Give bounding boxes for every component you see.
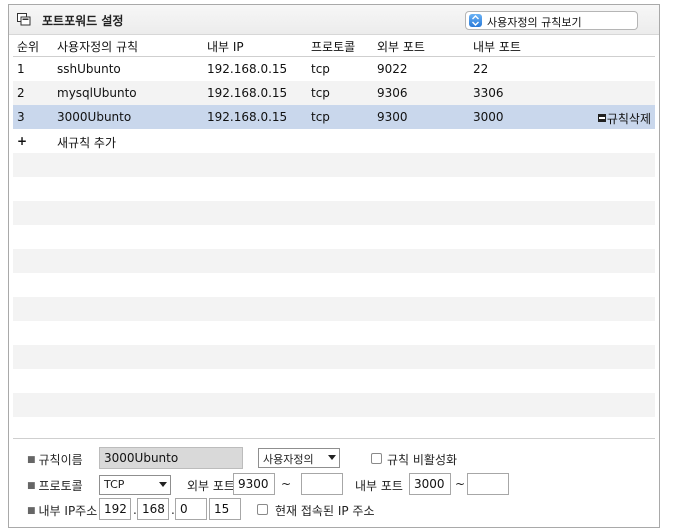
rule-view-select[interactable]: 사용자정의 규칙보기 [465,11,638,30]
minus-icon [597,114,606,122]
empty-row [13,369,655,393]
delete-rule-label: 규칙삭제 [606,112,651,126]
col-header-external-port: 외부 포트 [377,40,425,54]
internal-ip-label: ■ 내부 IP주소 [27,504,98,518]
empty-row [13,225,655,249]
row-order: 2 [17,86,25,100]
external-port-label: 외부 포트 [187,479,235,493]
row-order: 1 [17,62,25,76]
empty-row [13,321,655,345]
empty-row [13,153,655,177]
plus-icon: + [17,134,28,148]
row-order: 3 [17,110,25,124]
add-rule-row[interactable]: + 새규칙 추가 [13,129,655,153]
table-row[interactable]: 2 mysqlUbunto 192.168.0.15 tcp 9306 3306 [13,81,655,105]
port-forward-panel: 포트포워드 설정 사용자정의 규칙보기 순위 사용자정의 규칙 내부 IP 프로… [8,4,660,528]
row-external-port: 9306 [377,86,408,100]
row-protocol: tcp [311,110,330,124]
col-header-protocol: 프로토콜 [311,40,356,54]
row-internal-port: 22 [473,62,489,76]
col-header-rule-name: 사용자정의 규칙 [57,40,139,54]
row-rule-name: mysqlUbunto [57,86,137,100]
row-internal-port: 3000 [473,110,504,124]
chevron-down-icon [328,455,336,460]
empty-row [13,393,655,417]
copy-icon [17,13,31,26]
row-internal-ip: 192.168.0.15 [207,62,288,76]
use-current-ip-label: 현재 접속된 IP 주소 [275,504,375,518]
disable-rule-checkbox[interactable] [371,453,382,464]
empty-row [13,297,655,321]
protocol-select[interactable]: TCP [99,475,171,495]
rule-view-select-label: 사용자정의 규칙보기 [487,16,582,29]
external-port-to-input[interactable] [301,473,343,495]
rule-name-label: ■ 규칙이름 [27,453,83,467]
col-header-internal-ip: 내부 IP [207,40,244,54]
empty-row [13,177,655,201]
row-external-port: 9022 [377,62,408,76]
empty-row [13,201,655,225]
add-rule-link[interactable]: 새규칙 추가 [57,134,116,151]
page-title: 포트포워드 설정 [42,14,124,28]
protocol-label: ■ 프로토콜 [27,479,83,493]
select-arrows-icon [469,14,482,27]
empty-row [13,249,655,273]
rule-edit-form: ■ 규칙이름 3000Ubunto 사용자정의 규칙 비활성화 ■ 프로토콜 TCP… [13,438,655,526]
row-protocol: tcp [311,62,330,76]
chevron-down-icon [159,482,167,487]
range-separator: ~ [455,477,466,491]
external-port-from-input[interactable]: 9300 [233,473,275,495]
row-internal-ip: 192.168.0.15 [207,110,288,124]
col-header-internal-port: 내부 포트 [473,40,521,54]
table-row[interactable]: 1 sshUbunto 192.168.0.15 tcp 9022 22 [13,57,655,81]
col-header-order: 순위 [17,40,40,54]
disable-rule-label: 규칙 비활성화 [387,453,458,467]
empty-row [13,345,655,369]
table-header-row: 순위 사용자정의 규칙 내부 IP 프로토콜 외부 포트 내부 포트 [13,35,655,57]
use-current-ip-checkbox[interactable] [257,504,268,515]
range-separator: ~ [281,477,292,491]
empty-row [13,273,655,297]
row-rule-name: sshUbunto [57,62,121,76]
row-internal-ip: 192.168.0.15 [207,86,288,100]
internal-port-from-input[interactable]: 3000 [409,473,451,495]
row-protocol: tcp [311,86,330,100]
rule-name-field[interactable]: 3000Ubunto [99,447,243,469]
table-row-selected[interactable]: 3 3000Ubunto 192.168.0.15 tcp 9300 3000 … [13,105,655,129]
ip-octet-4-input[interactable]: 15 [209,498,241,520]
internal-port-to-input[interactable] [467,473,509,495]
rule-type-select[interactable]: 사용자정의 [258,448,340,468]
row-rule-name: 3000Ubunto [57,110,132,124]
row-internal-port: 3306 [473,86,504,100]
ip-octet-1-input[interactable]: 192 [99,498,131,520]
delete-rule-button[interactable]: 규칙삭제 [597,110,651,127]
internal-port-label: 내부 포트 [355,479,403,493]
ip-octet-3-input[interactable]: 0 [175,498,207,520]
row-external-port: 9300 [377,110,408,124]
panel-header: 포트포워드 설정 사용자정의 규칙보기 [9,5,659,35]
ip-octet-2-input[interactable]: 168 [137,498,169,520]
